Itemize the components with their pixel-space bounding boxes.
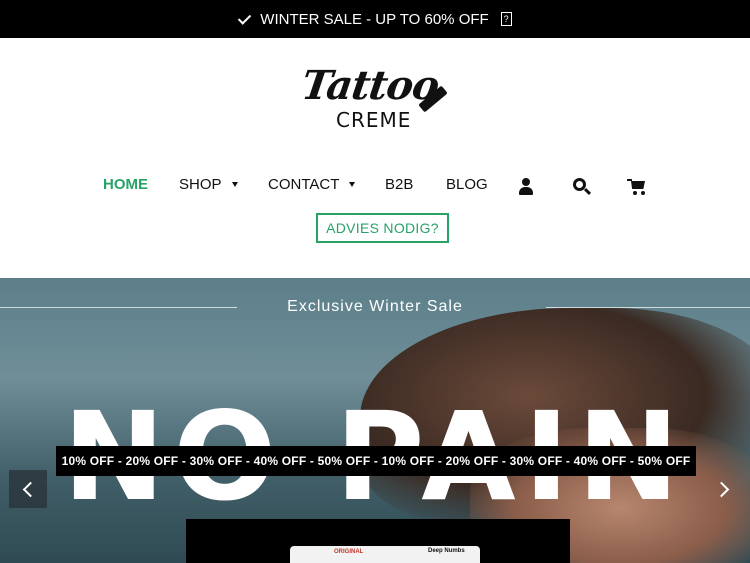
- chevron-right-icon: [713, 481, 729, 497]
- nav-item-blog[interactable]: BLOG: [446, 176, 488, 193]
- product-tube: ORIGINAL Deep Numbs: [290, 546, 480, 563]
- announcement-text: WINTER SALE - UP TO 60% OFF: [260, 10, 489, 28]
- unknown-glyph-icon: ?: [500, 12, 512, 26]
- nav-item-b2b[interactable]: B2B: [385, 176, 413, 193]
- advice-button[interactable]: ADVIES NODIG?: [316, 213, 449, 243]
- nav-item-label: BLOG: [446, 176, 488, 193]
- product-label: Deep Numbs: [428, 548, 465, 554]
- carousel-next-button[interactable]: [704, 470, 742, 508]
- discount-strip: 10% OFF - 20% OFF - 30% OFF - 40% OFF - …: [56, 446, 696, 476]
- chevron-left-icon: [22, 481, 38, 497]
- nav-item-label: CONTACT: [268, 176, 340, 193]
- search-icon[interactable]: [573, 178, 592, 196]
- announcement-bar: WINTER SALE - UP TO 60% OFF ?: [0, 0, 750, 38]
- logo-subtext: CREME: [336, 108, 412, 132]
- caret-down-icon: [349, 182, 356, 187]
- hero-subtitle: Exclusive Winter Sale: [287, 298, 463, 315]
- site-logo[interactable]: Tattoo CREME: [296, 62, 456, 136]
- caret-down-icon: [231, 182, 238, 187]
- nav-item-shop[interactable]: SHOP: [179, 176, 238, 193]
- nav-item-label: SHOP: [179, 176, 222, 193]
- nav-item-label: B2B: [385, 176, 414, 193]
- nav-item-home[interactable]: HOME: [103, 176, 148, 193]
- nav-item-label: HOME: [103, 176, 148, 193]
- user-icon[interactable]: [519, 178, 533, 196]
- carousel-prev-button[interactable]: [9, 470, 47, 508]
- hero-banner[interactable]: Exclusive Winter Sale NO PAIN 10% OFF - …: [0, 278, 750, 563]
- check-icon: [238, 12, 252, 26]
- product-label-original: ORIGINAL: [334, 549, 364, 555]
- nav-item-contact[interactable]: CONTACT: [268, 176, 356, 193]
- cart-icon[interactable]: [627, 178, 647, 196]
